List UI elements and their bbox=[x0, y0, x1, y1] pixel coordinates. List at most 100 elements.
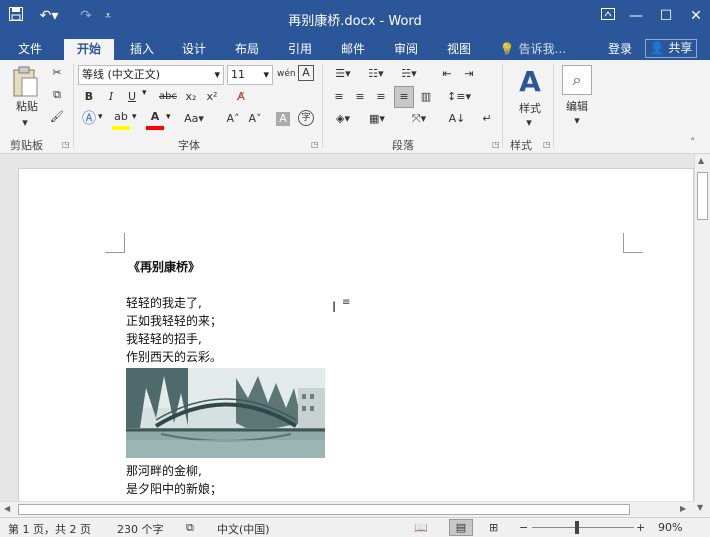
character-border-icon[interactable]: A bbox=[298, 65, 314, 81]
web-layout-icon[interactable]: ⊞ bbox=[489, 521, 498, 534]
tab-review[interactable]: 审阅 bbox=[384, 39, 428, 60]
poem-line: 正如我轻轻的来； bbox=[126, 314, 223, 328]
copy-icon[interactable]: ⧉ bbox=[48, 86, 66, 104]
group-label-font: 字体 bbox=[178, 139, 200, 152]
zoom-in-icon[interactable]: + bbox=[636, 521, 645, 534]
justify-icon[interactable]: ≡ bbox=[394, 86, 414, 108]
scroll-down-icon[interactable]: ▼ bbox=[697, 503, 703, 512]
character-shading-icon[interactable]: A bbox=[276, 112, 290, 126]
maximize-icon[interactable]: ☐ bbox=[656, 6, 676, 26]
chevron-down-icon[interactable]: ▾ bbox=[522, 114, 536, 132]
borders-icon[interactable]: ▦▾ bbox=[364, 110, 390, 128]
align-left-icon[interactable]: ≡ bbox=[330, 88, 348, 106]
strikethrough-icon[interactable]: abc bbox=[158, 88, 178, 106]
tab-view[interactable]: 视图 bbox=[437, 39, 481, 60]
underline-icon[interactable]: U bbox=[123, 88, 141, 106]
print-layout-icon[interactable]: ▤ bbox=[449, 519, 473, 536]
scroll-up-icon[interactable]: ▲ bbox=[698, 156, 704, 165]
decrease-indent-icon[interactable]: ⇤ bbox=[438, 65, 456, 83]
chevron-down-icon[interactable]: ▾ bbox=[570, 112, 584, 130]
bridge-image[interactable] bbox=[126, 368, 325, 458]
zoom-slider-thumb[interactable] bbox=[575, 521, 579, 534]
login-button[interactable]: 登录 bbox=[600, 39, 640, 60]
bold-icon[interactable]: B bbox=[80, 88, 98, 106]
highlight-icon[interactable]: ab bbox=[112, 108, 130, 126]
word-count[interactable]: 230 个字 bbox=[117, 521, 164, 537]
clear-formatting-icon[interactable]: A̸ bbox=[232, 88, 250, 106]
dialog-launcher-icon[interactable]: ◳ bbox=[543, 140, 551, 149]
tab-design[interactable]: 设计 bbox=[172, 39, 216, 60]
person-icon: 👤 bbox=[649, 41, 665, 55]
scroll-right-icon[interactable]: ▶ bbox=[680, 504, 686, 513]
crop-mark bbox=[623, 233, 643, 253]
dialog-launcher-icon[interactable]: ◳ bbox=[62, 140, 70, 149]
close-icon[interactable]: ✕ bbox=[686, 6, 706, 26]
language-indicator[interactable]: 中文(中国) bbox=[217, 521, 270, 537]
grow-font-icon[interactable]: A˄ bbox=[224, 110, 242, 128]
tell-me-box[interactable]: 💡 告诉我... bbox=[498, 39, 568, 60]
align-right-icon[interactable]: ≡ bbox=[372, 88, 390, 106]
magnifier-icon[interactable]: ⌕ bbox=[562, 65, 592, 95]
ribbon-display-options-icon[interactable] bbox=[598, 6, 618, 26]
shading-icon[interactable]: ◈▾ bbox=[330, 110, 356, 128]
text-effects-icon[interactable]: Ⓐ bbox=[80, 110, 98, 128]
vertical-scroll-thumb[interactable] bbox=[697, 172, 708, 220]
tab-mailings[interactable]: 邮件 bbox=[331, 39, 375, 60]
vertical-scrollbar[interactable]: ▲ bbox=[694, 154, 710, 501]
chevron-down-icon[interactable]: ▾ bbox=[166, 112, 171, 122]
tab-layout[interactable]: 布局 bbox=[225, 39, 269, 60]
tab-file[interactable]: 文件 bbox=[8, 39, 52, 60]
line-spacing-icon[interactable]: ↕≡▾ bbox=[446, 88, 472, 106]
chevron-down-icon[interactable]: ▾ bbox=[132, 112, 137, 122]
font-size-combo[interactable]: 11 ▾ bbox=[227, 65, 273, 85]
zoom-level[interactable]: 90% bbox=[658, 521, 682, 534]
chevron-down-icon[interactable]: ▾ bbox=[98, 112, 103, 122]
tab-insert[interactable]: 插入 bbox=[120, 39, 164, 60]
save-icon[interactable] bbox=[6, 6, 26, 28]
bullets-icon[interactable]: ☰▾ bbox=[330, 65, 356, 83]
sort-icon[interactable]: A↓ bbox=[448, 110, 466, 128]
cut-icon[interactable]: ✂ bbox=[48, 64, 66, 82]
zoom-slider-track[interactable] bbox=[532, 527, 634, 528]
undo-icon[interactable]: ↶▾ bbox=[34, 6, 64, 26]
enclose-characters-icon[interactable]: 字 bbox=[298, 110, 314, 126]
horizontal-scrollbar[interactable]: ◀ ▶ bbox=[0, 501, 694, 517]
horizontal-scroll-thumb[interactable] bbox=[18, 504, 630, 515]
styles-icon[interactable]: A bbox=[514, 66, 546, 98]
lightbulb-icon: 💡 bbox=[499, 42, 515, 56]
superscript-icon[interactable]: x² bbox=[203, 88, 221, 106]
shrink-font-icon[interactable]: A˅ bbox=[246, 110, 264, 128]
change-case-icon[interactable]: Aa▾ bbox=[182, 110, 206, 128]
chinese-layout-icon[interactable]: ⤧▾ bbox=[406, 110, 432, 128]
format-painter-icon[interactable]: 🖌 bbox=[48, 108, 66, 126]
clipboard-icon[interactable] bbox=[10, 66, 44, 98]
collapse-ribbon-icon[interactable]: ˄ bbox=[690, 136, 696, 149]
dialog-launcher-icon[interactable]: ◳ bbox=[492, 140, 500, 149]
redo-icon[interactable]: ↷ bbox=[76, 6, 96, 26]
dialog-launcher-icon[interactable]: ◳ bbox=[311, 140, 319, 149]
chevron-down-icon[interactable]: ▾ bbox=[142, 88, 147, 98]
proofing-icon[interactable]: ⧉ bbox=[186, 521, 194, 535]
read-mode-icon[interactable]: 📖 bbox=[414, 521, 428, 534]
font-color-icon[interactable]: A bbox=[146, 108, 164, 126]
tab-home[interactable]: 开始 bbox=[64, 39, 114, 60]
scroll-left-icon[interactable]: ◀ bbox=[4, 504, 10, 513]
tab-references[interactable]: 引用 bbox=[278, 39, 322, 60]
align-center-icon[interactable]: ≡ bbox=[351, 88, 369, 106]
zoom-out-icon[interactable]: − bbox=[519, 521, 528, 534]
minimize-icon[interactable]: — bbox=[626, 6, 646, 26]
document-page[interactable] bbox=[18, 168, 694, 501]
phonetic-guide-icon[interactable]: wén bbox=[277, 65, 296, 83]
italic-icon[interactable]: I bbox=[102, 88, 120, 106]
subscript-icon[interactable]: x₂ bbox=[182, 88, 200, 106]
multilevel-list-icon[interactable]: ☵▾ bbox=[396, 65, 422, 83]
share-button[interactable]: 👤 共享 bbox=[645, 39, 697, 58]
distributed-icon[interactable]: ▥ bbox=[417, 88, 435, 106]
numbering-icon[interactable]: ☷▾ bbox=[363, 65, 389, 83]
increase-indent-icon[interactable]: ⇥ bbox=[460, 65, 478, 83]
customize-qat-icon[interactable]: ⩡ bbox=[100, 6, 116, 26]
font-name-combo[interactable]: 等线 (中文正文) ▾ bbox=[78, 65, 224, 85]
paste-dropdown-icon[interactable]: ▾ bbox=[18, 114, 32, 132]
page-count[interactable]: 第 1 页，共 2 页 bbox=[8, 521, 91, 537]
show-marks-icon[interactable]: ↵ bbox=[478, 110, 496, 128]
